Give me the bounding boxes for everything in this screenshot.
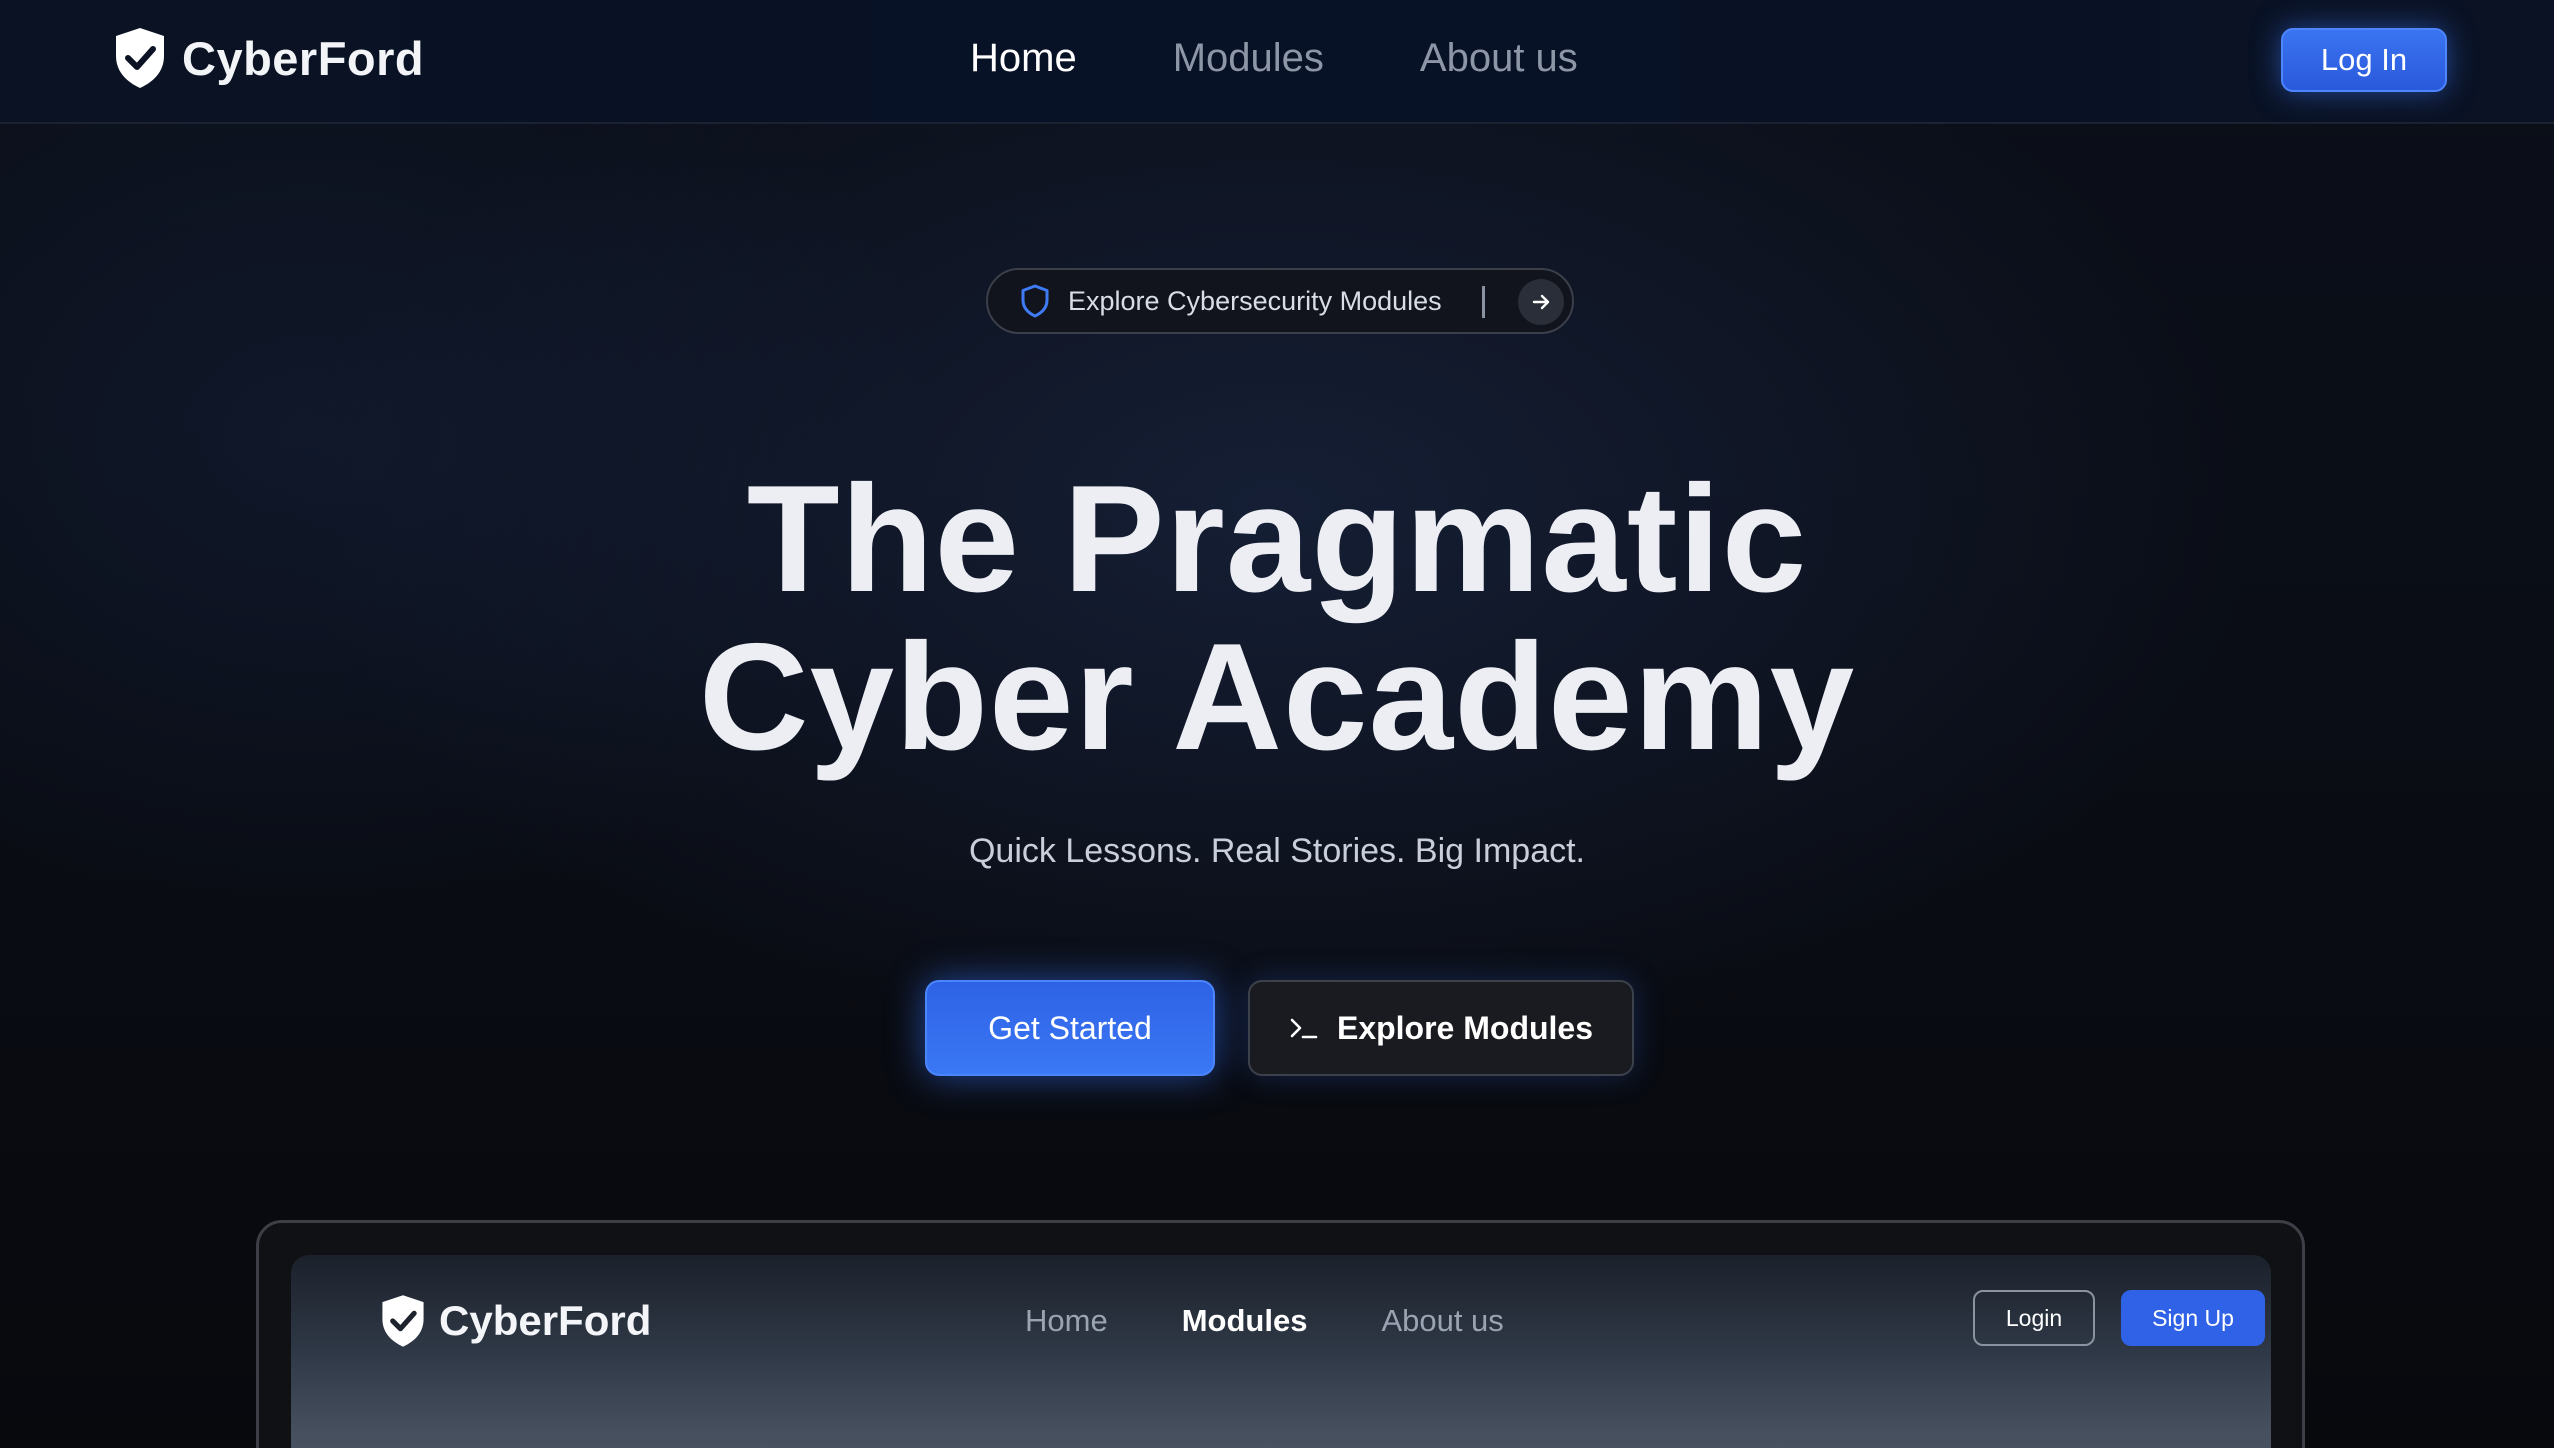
shield-icon <box>1021 284 1049 318</box>
hero-title-line-1: The Pragmatic <box>746 454 1808 624</box>
nav-link-about[interactable]: About us <box>1420 36 1578 81</box>
terminal-icon <box>1290 1018 1318 1039</box>
hero-subtitle: Quick Lessons. Real Stories. Big Impact. <box>968 832 1586 870</box>
explore-modules-pill[interactable]: Explore Cybersecurity Modules <box>986 268 1574 334</box>
hero-title-line-2: Cyber Academy <box>698 612 1856 782</box>
preview-login-button[interactable]: Login <box>1973 1290 2095 1346</box>
main-nav: Home Modules About us <box>970 36 1578 81</box>
preview-nav-link-about[interactable]: About us <box>1381 1303 1503 1339</box>
get-started-button[interactable]: Get Started <box>925 980 1215 1076</box>
landing-page: CyberFord Home Modules About us Log In E… <box>0 0 2554 1448</box>
arrow-right-icon[interactable] <box>1518 279 1564 325</box>
pill-text: Explore Cybersecurity Modules <box>1068 285 1442 316</box>
pill-divider <box>1482 286 1485 318</box>
explore-modules-button[interactable]: Explore Modules <box>1248 980 1634 1076</box>
hero-title: The Pragmatic Cyber Academy <box>0 460 2554 776</box>
shield-check-icon <box>382 1295 424 1347</box>
login-button[interactable]: Log In <box>2281 28 2447 92</box>
nav-link-home[interactable]: Home <box>970 36 1077 81</box>
preview-brand-logo: CyberFord <box>379 1293 651 1349</box>
brand-logo[interactable]: CyberFord <box>112 26 424 90</box>
top-navbar: CyberFord Home Modules About us Log In <box>0 0 2554 124</box>
explore-modules-label: Explore Modules <box>1336 1009 1594 1046</box>
preview-signup-button[interactable]: Sign Up <box>2121 1290 2265 1346</box>
preview-nav-link-home[interactable]: Home <box>1025 1303 1108 1339</box>
brand-name: CyberFord <box>182 31 425 85</box>
app-preview-screen: CyberFord Home Modules About us Login Si… <box>291 1255 2271 1448</box>
preview-brand-name: CyberFord <box>439 1297 652 1344</box>
preview-nav-link-modules[interactable]: Modules <box>1182 1303 1308 1339</box>
preview-nav: Home Modules About us <box>1025 1303 1504 1339</box>
shield-check-icon <box>116 28 164 88</box>
nav-link-modules[interactable]: Modules <box>1173 36 1324 81</box>
app-preview-frame: CyberFord Home Modules About us Login Si… <box>256 1220 2305 1448</box>
